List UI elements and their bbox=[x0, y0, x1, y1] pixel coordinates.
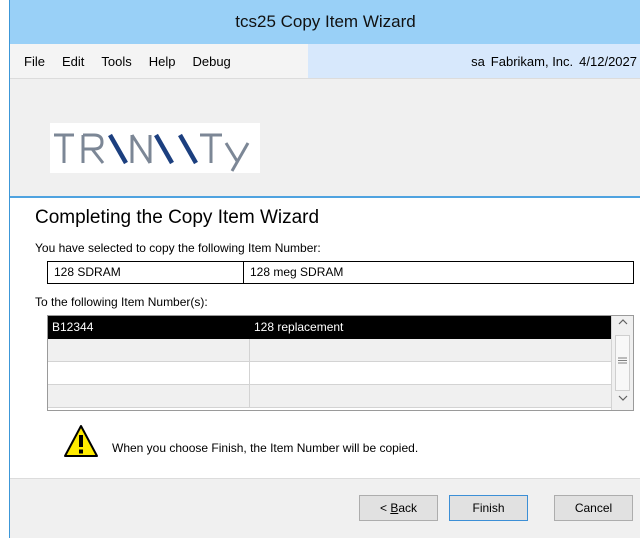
page-title: Completing the Copy Item Wizard bbox=[35, 207, 320, 228]
table-row[interactable]: B12344 128 replacement bbox=[48, 316, 611, 339]
menu-file[interactable]: File bbox=[24, 54, 45, 69]
menu-edit[interactable]: Edit bbox=[62, 54, 84, 69]
company-name: Fabrikam, Inc. bbox=[490, 53, 574, 69]
target-item-description[interactable] bbox=[250, 339, 611, 362]
back-rest: ack bbox=[398, 501, 418, 515]
user-date: 4/12/2027 bbox=[579, 53, 637, 69]
back-button[interactable]: < Back bbox=[359, 495, 438, 521]
source-item-description: 128 meg SDRAM bbox=[250, 265, 344, 279]
chevron-up-icon[interactable] bbox=[612, 316, 633, 334]
grid-scrollbar[interactable] bbox=[611, 316, 633, 410]
warning-icon bbox=[63, 424, 99, 460]
back-mnemonic: B bbox=[390, 501, 399, 515]
target-item-number[interactable] bbox=[48, 385, 250, 408]
menu-tools[interactable]: Tools bbox=[101, 54, 131, 69]
source-label: You have selected to copy the following … bbox=[35, 241, 321, 255]
wizard-content: Completing the Copy Item Wizard You have… bbox=[10, 198, 640, 478]
wizard-banner bbox=[10, 79, 640, 196]
source-item-row: 128 SDRAM 128 meg SDRAM bbox=[47, 261, 634, 284]
table-row[interactable] bbox=[48, 385, 611, 408]
target-item-number[interactable] bbox=[48, 362, 250, 385]
target-item-number[interactable] bbox=[48, 339, 250, 362]
menu-bar: File Edit Tools Help Debug sa Fabrikam, … bbox=[10, 44, 640, 79]
grip-icon bbox=[616, 356, 629, 368]
session-info: sa Fabrikam, Inc. 4/12/2027 bbox=[308, 44, 640, 78]
button-bar: < Back Finish Cancel bbox=[10, 478, 640, 538]
table-row[interactable] bbox=[48, 362, 611, 385]
target-items-grid: B12344 128 replacement bbox=[47, 315, 634, 411]
back-prefix: < bbox=[379, 501, 391, 515]
table-row[interactable] bbox=[48, 339, 611, 362]
copy-item-wizard-window: tcs25 Copy Item Wizard File Edit Tools H… bbox=[9, 0, 640, 538]
menu-debug[interactable]: Debug bbox=[192, 54, 230, 69]
trinity-logo bbox=[50, 123, 260, 173]
target-item-description[interactable] bbox=[250, 362, 611, 385]
back-button-label: < Back bbox=[380, 501, 417, 515]
cancel-button[interactable]: Cancel bbox=[554, 495, 633, 521]
target-item-description[interactable]: 128 replacement bbox=[250, 316, 611, 339]
user-id: sa bbox=[471, 53, 485, 69]
title-bar[interactable]: tcs25 Copy Item Wizard bbox=[10, 0, 640, 44]
chevron-down-icon[interactable] bbox=[612, 392, 633, 410]
source-item-number: 128 SDRAM bbox=[48, 262, 244, 283]
target-label: To the following Item Number(s): bbox=[35, 295, 208, 309]
window-title: tcs25 Copy Item Wizard bbox=[235, 12, 416, 31]
finish-button[interactable]: Finish bbox=[449, 495, 528, 521]
target-item-number[interactable]: B12344 bbox=[48, 316, 250, 339]
scroll-thumb[interactable] bbox=[615, 335, 630, 391]
menu-help[interactable]: Help bbox=[149, 54, 176, 69]
target-item-description[interactable] bbox=[250, 385, 611, 408]
warning-message: When you choose Finish, the Item Number … bbox=[112, 441, 419, 455]
